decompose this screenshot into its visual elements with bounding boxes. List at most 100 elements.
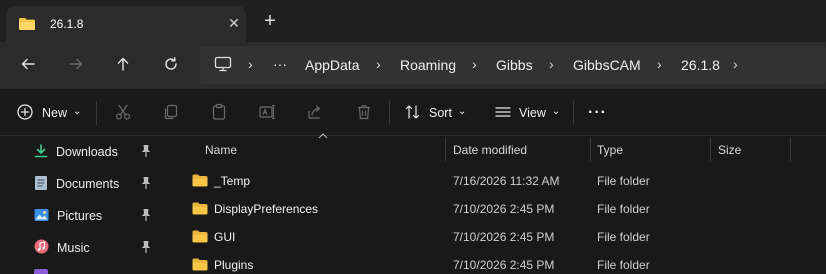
breadcrumb-overflow-button[interactable]: ··· <box>273 56 287 72</box>
refresh-button[interactable] <box>157 52 185 78</box>
rename-button[interactable] <box>258 101 276 125</box>
file-date: 7/10/2026 2:45 PM <box>453 258 555 272</box>
trash-icon <box>355 103 373 124</box>
column-header-size[interactable]: Size <box>718 137 741 163</box>
sort-button[interactable]: Sort ⌄ <box>404 101 466 125</box>
breadcrumb-separator: › <box>549 56 554 72</box>
new-tab-button[interactable]: + <box>258 10 282 34</box>
column-divider[interactable] <box>710 137 711 161</box>
tab-strip: 26.1.8 ✕ + <box>0 0 826 42</box>
file-name: _Temp <box>214 174 251 188</box>
download-icon <box>34 143 48 161</box>
view-list-icon <box>494 103 512 124</box>
sidebar-item-label: Pictures <box>57 209 103 223</box>
view-button[interactable]: View ⌄ <box>494 101 560 125</box>
rename-icon <box>258 103 276 124</box>
tab-current[interactable]: 26.1.8 ✕ <box>6 6 246 42</box>
table-row[interactable]: DisplayPreferences 7/10/2026 2:45 PM Fil… <box>176 195 826 223</box>
toolbar-divider <box>389 101 390 125</box>
back-button[interactable] <box>14 52 42 78</box>
toolbar-divider <box>96 101 97 125</box>
command-bar: New ⌄ Sort ⌄ View ⌄ ··· <box>0 88 826 136</box>
sidebar-item-downloads[interactable]: Downloads <box>34 141 164 163</box>
arrow-left-icon <box>20 56 36 75</box>
pictures-icon <box>34 208 49 225</box>
folder-icon <box>18 17 36 34</box>
address-bar[interactable]: › ··· AppData › Roaming › Gibbs › GibbsC… <box>200 46 826 84</box>
breadcrumb-separator: › <box>248 56 253 72</box>
clipboard-icon <box>210 103 228 124</box>
sidebar-item-label: Documents <box>56 177 120 191</box>
breadcrumb-current[interactable]: 26.1.8 <box>681 57 720 73</box>
file-type: File folder <box>597 174 650 188</box>
sort-icon <box>404 103 422 124</box>
more-options-button[interactable]: ··· <box>588 101 607 125</box>
breadcrumb-roaming[interactable]: Roaming <box>400 57 456 73</box>
music-icon <box>34 239 49 257</box>
toolbar-divider <box>573 101 574 125</box>
column-divider[interactable] <box>790 137 791 161</box>
folder-icon <box>192 202 208 218</box>
chevron-down-icon: ⌄ <box>551 105 561 117</box>
breadcrumb-gibbscam[interactable]: GibbsCAM <box>573 57 641 73</box>
share-button[interactable] <box>306 101 324 125</box>
sidebar-item-pictures[interactable]: Pictures <box>34 205 164 227</box>
column-header-type[interactable]: Type <box>597 137 623 163</box>
plus-circle-icon <box>16 103 34 124</box>
column-header-date[interactable]: Date modified <box>453 137 527 163</box>
table-row[interactable]: GUI 7/10/2026 2:45 PM File folder <box>176 223 826 251</box>
file-name: Plugins <box>214 258 254 272</box>
sidebar-item-documents[interactable]: Documents <box>34 173 164 195</box>
new-button[interactable]: New ⌄ <box>16 101 81 125</box>
sort-ascending-icon <box>318 131 328 142</box>
breadcrumb-appdata[interactable]: AppData <box>305 57 359 73</box>
cut-button[interactable] <box>114 101 132 125</box>
breadcrumb-separator: › <box>657 56 662 72</box>
column-divider[interactable] <box>445 137 446 161</box>
up-button[interactable] <box>109 52 137 78</box>
breadcrumb-separator: › <box>376 56 381 72</box>
paste-button[interactable] <box>210 101 228 125</box>
navigation-pane: Downloads Documents Pictures Music <box>0 137 170 274</box>
forward-button[interactable] <box>62 52 90 78</box>
breadcrumb-separator: › <box>472 56 477 72</box>
copy-icon <box>162 103 180 124</box>
file-list: Name Date modified Type Size _Temp 7/16/… <box>176 133 826 274</box>
file-date: 7/10/2026 2:45 PM <box>453 202 555 216</box>
table-row[interactable]: _Temp 7/16/2026 11:32 AM File folder <box>176 167 826 195</box>
file-type: File folder <box>597 258 650 272</box>
scissors-icon <box>114 103 132 124</box>
pin-icon[interactable] <box>140 240 152 257</box>
computer-icon <box>214 56 232 75</box>
table-row[interactable]: Plugins 7/10/2026 2:45 PM File folder <box>176 251 826 274</box>
tab-title: 26.1.8 <box>50 17 84 31</box>
file-type: File folder <box>597 230 650 244</box>
pin-icon[interactable] <box>140 208 152 225</box>
arrow-right-icon <box>68 56 84 75</box>
column-divider[interactable] <box>590 137 591 161</box>
navigation-bar: › ··· AppData › Roaming › Gibbs › GibbsC… <box>0 42 826 88</box>
arrow-up-icon <box>115 56 131 75</box>
file-date: 7/16/2026 11:32 AM <box>453 174 560 188</box>
sidebar-item-label: Downloads <box>56 145 118 159</box>
folder-icon <box>192 174 208 190</box>
folder-icon <box>192 230 208 246</box>
pin-icon[interactable] <box>140 176 152 193</box>
breadcrumb-separator[interactable]: › <box>733 56 738 72</box>
column-header-name[interactable]: Name <box>205 137 237 163</box>
file-date: 7/10/2026 2:45 PM <box>453 230 555 244</box>
chevron-down-icon: ⌄ <box>73 105 82 117</box>
refresh-icon <box>163 56 179 75</box>
pin-icon[interactable] <box>140 144 152 161</box>
sidebar-item-partial <box>34 269 48 274</box>
folder-icon <box>192 258 208 274</box>
sort-label: Sort <box>429 106 452 120</box>
file-type: File folder <box>597 202 650 216</box>
sidebar-item-music[interactable]: Music <box>34 237 164 259</box>
delete-button[interactable] <box>355 101 373 125</box>
breadcrumb-gibbs[interactable]: Gibbs <box>496 57 533 73</box>
view-label: View <box>519 106 546 120</box>
file-name: GUI <box>214 230 236 244</box>
copy-button[interactable] <box>162 101 180 125</box>
close-tab-icon[interactable]: ✕ <box>226 15 242 31</box>
